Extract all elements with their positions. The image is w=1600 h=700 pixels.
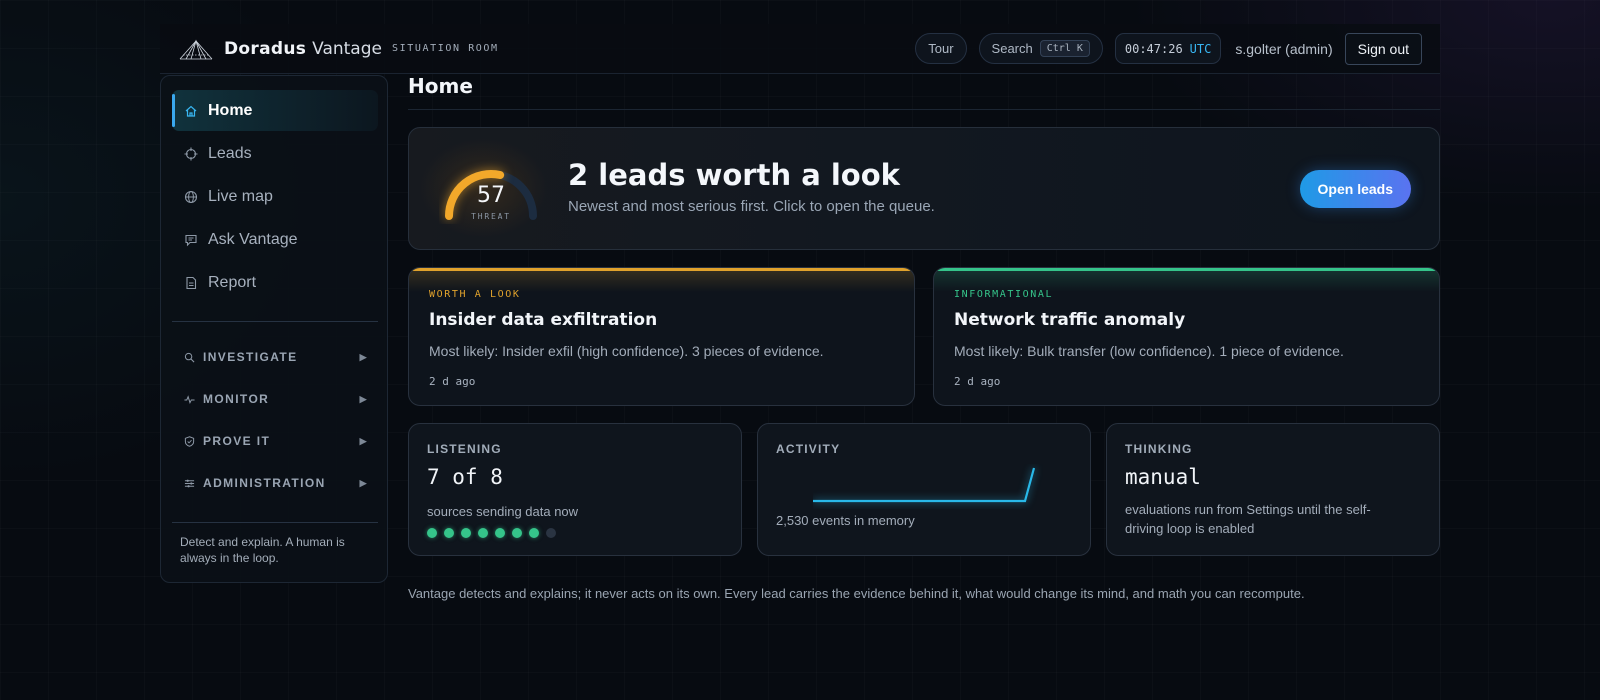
stat-label: THINKING bbox=[1125, 442, 1193, 456]
lead-timestamp: 2 d ago bbox=[954, 375, 1001, 388]
stat-card-listening: LISTENING 7 of 8 sources sending data no… bbox=[408, 423, 742, 556]
lead-card-insider-exfiltration[interactable]: WORTH A LOOK Insider data exfiltration M… bbox=[408, 267, 915, 406]
chat-icon bbox=[185, 234, 197, 246]
source-status-dots bbox=[427, 528, 563, 538]
lead-description: Most likely: Bulk transfer (low confiden… bbox=[954, 343, 1344, 359]
search-label: Search bbox=[991, 41, 1033, 56]
source-dot-active bbox=[427, 528, 437, 538]
logo-icon bbox=[179, 39, 213, 59]
lead-severity-tag: INFORMATIONAL bbox=[954, 289, 1054, 300]
sidebar-divider bbox=[172, 321, 378, 322]
sidebar-divider bbox=[172, 522, 378, 523]
lead-card-network-anomaly[interactable]: INFORMATIONAL Network traffic anomaly Mo… bbox=[933, 267, 1440, 406]
hero-summary-card: 57 THREAT 2 leads worth a look Newest an… bbox=[408, 127, 1440, 250]
document-icon bbox=[186, 276, 197, 289]
shield-icon bbox=[184, 435, 195, 447]
chevron-right-icon: ▶ bbox=[359, 477, 368, 488]
top-bar: Doradus Vantage SITUATION ROOM Tour Sear… bbox=[160, 24, 1440, 74]
lead-description: Most likely: Insider exfil (high confide… bbox=[429, 343, 824, 359]
source-dot-active bbox=[529, 528, 539, 538]
source-dot-active bbox=[495, 528, 505, 538]
stat-subtext: evaluations run from Settings until the … bbox=[1125, 502, 1371, 536]
sidebar-item-leads[interactable]: Leads bbox=[172, 133, 378, 174]
source-dot-active bbox=[512, 528, 522, 538]
brand-name: Doradus bbox=[224, 38, 307, 59]
sidebar-group-administration[interactable]: ADMINISTRATION ▶ bbox=[172, 468, 378, 498]
source-dot-active bbox=[478, 528, 488, 538]
lead-title: Network traffic anomaly bbox=[954, 310, 1186, 330]
lead-severity-bar bbox=[934, 268, 1439, 271]
stat-card-thinking: THINKING manual evaluations run from Set… bbox=[1106, 423, 1440, 556]
sidebar-group-prove-it[interactable]: PROVE IT ▶ bbox=[172, 426, 378, 456]
sidebar-group-monitor[interactable]: MONITOR ▶ bbox=[172, 384, 378, 414]
sidebar-item-label: Live map bbox=[208, 187, 273, 205]
footer-note: Vantage detects and explains; it never a… bbox=[408, 586, 1305, 601]
chevron-right-icon: ▶ bbox=[359, 393, 368, 404]
source-dot-active bbox=[461, 528, 471, 538]
open-leads-label: Open leads bbox=[1317, 181, 1393, 197]
lead-severity-tag: WORTH A LOOK bbox=[429, 289, 521, 300]
stat-subtext: sources sending data now bbox=[427, 504, 579, 519]
sidebar-item-report[interactable]: Report bbox=[172, 262, 378, 303]
chevron-right-icon: ▶ bbox=[359, 351, 368, 362]
stat-label: ACTIVITY bbox=[776, 442, 841, 456]
sign-out-button[interactable]: Sign out bbox=[1344, 32, 1422, 65]
sidebar-item-label: Report bbox=[208, 273, 257, 291]
tour-button[interactable]: Tour bbox=[915, 33, 967, 64]
sidebar-item-label: Ask Vantage bbox=[208, 230, 298, 248]
page-title: Home bbox=[408, 74, 473, 98]
user-name[interactable]: s.golter (admin) bbox=[1235, 41, 1332, 57]
search-icon bbox=[184, 352, 195, 362]
pulse-icon bbox=[184, 394, 195, 404]
search-button[interactable]: Search Ctrl K bbox=[978, 33, 1103, 64]
sign-out-label: Sign out bbox=[1357, 40, 1409, 57]
hero-headline: 2 leads worth a look bbox=[568, 158, 900, 192]
lead-severity-bar bbox=[409, 268, 914, 271]
lead-title: Insider data exfiltration bbox=[429, 310, 658, 330]
crosshair-icon bbox=[184, 147, 198, 160]
sliders-icon bbox=[184, 479, 195, 487]
lead-timestamp: 2 d ago bbox=[429, 375, 476, 388]
clock-zone: UTC bbox=[1189, 41, 1212, 56]
search-shortcut: Ctrl K bbox=[1039, 40, 1090, 57]
group-label: MONITOR bbox=[203, 392, 270, 406]
activity-sparkline bbox=[813, 467, 1036, 503]
threat-score: 57 bbox=[477, 183, 505, 208]
group-label: INVESTIGATE bbox=[203, 350, 298, 364]
sidebar-item-label: Leads bbox=[208, 144, 252, 162]
sidebar-footer-text: Detect and explain. A human is always in… bbox=[180, 535, 345, 565]
thinking-mode: manual bbox=[1125, 465, 1201, 489]
group-label: ADMINISTRATION bbox=[203, 476, 326, 490]
sources-count: 7 of 8 bbox=[427, 465, 503, 489]
home-icon bbox=[185, 105, 197, 117]
threat-label: THREAT bbox=[471, 212, 511, 221]
source-dot-active bbox=[444, 528, 454, 538]
stat-subtext: 2,530 events in memory bbox=[776, 513, 915, 528]
stat-label: LISTENING bbox=[427, 442, 502, 456]
sidebar-item-label: Home bbox=[208, 101, 253, 119]
brand-tagline: SITUATION ROOM bbox=[391, 43, 499, 54]
stat-card-activity: ACTIVITY 2,530 events in memory bbox=[757, 423, 1091, 556]
brand-product: Vantage bbox=[312, 38, 382, 59]
hero-subtext: Newest and most serious first. Click to … bbox=[568, 198, 935, 215]
tour-label: Tour bbox=[928, 41, 954, 56]
globe-icon bbox=[184, 190, 198, 203]
open-leads-button[interactable]: Open leads bbox=[1299, 170, 1411, 208]
brand[interactable]: Doradus Vantage SITUATION ROOM bbox=[178, 37, 499, 61]
source-dot-inactive bbox=[546, 528, 556, 538]
sidebar-item-home[interactable]: Home bbox=[172, 90, 378, 131]
chevron-right-icon: ▶ bbox=[359, 435, 368, 446]
clock-time: 00:47:26 bbox=[1124, 41, 1183, 56]
sidebar: Home Leads Live map Ask Vantage Report I… bbox=[160, 75, 388, 583]
sidebar-group-investigate[interactable]: INVESTIGATE ▶ bbox=[172, 342, 378, 372]
title-divider bbox=[408, 109, 1440, 110]
utc-clock: 00:47:26 UTC bbox=[1114, 33, 1222, 64]
sidebar-item-live-map[interactable]: Live map bbox=[172, 176, 378, 217]
group-label: PROVE IT bbox=[203, 434, 271, 448]
sidebar-item-ask-vantage[interactable]: Ask Vantage bbox=[172, 219, 378, 260]
